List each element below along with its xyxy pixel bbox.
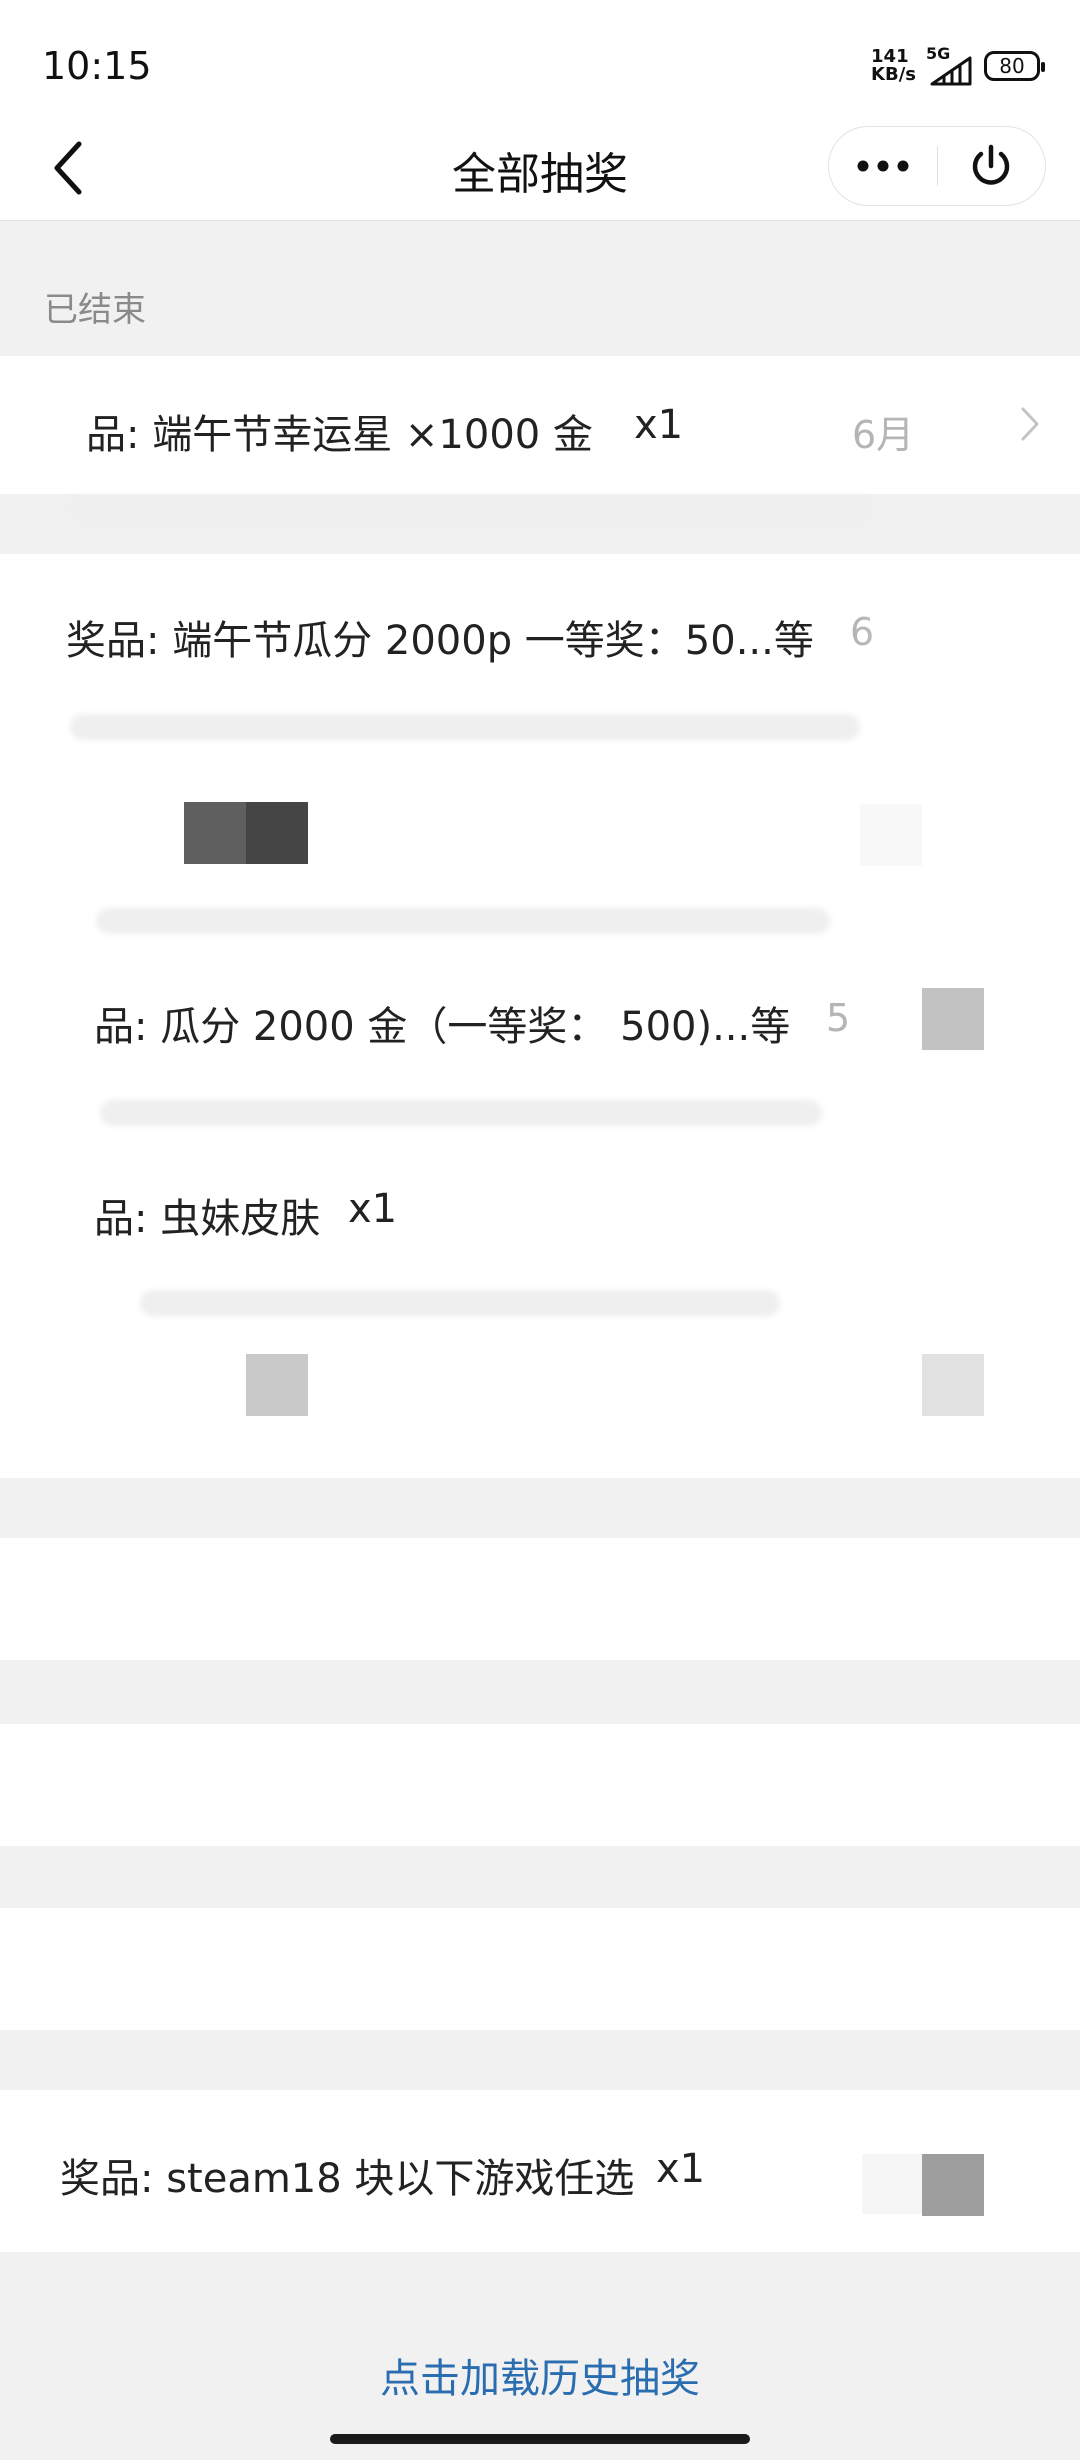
prize-thumbnail (246, 802, 308, 864)
placeholder-card (0, 1538, 1080, 1660)
section-ended-title: 已结束 (44, 290, 146, 330)
blurred-divider (100, 1100, 822, 1126)
blurred-divider (140, 1290, 780, 1316)
prize-thumbnail (862, 2154, 922, 2214)
lottery-date: 5 (826, 996, 851, 1040)
prize-thumbnail (184, 802, 246, 864)
prize-text: 品: 端午节幸运星 ×1000 金 (86, 412, 593, 458)
prize-qty: x1 (634, 402, 684, 448)
blurred-divider (70, 496, 870, 522)
placeholder-card (0, 1724, 1080, 1846)
placeholder-card (0, 1908, 1080, 2030)
power-icon (973, 144, 1010, 185)
blurred-divider (70, 714, 860, 740)
prize-text: 奖品: 端午节瓜分 2000p 一等奖：50...等 (66, 618, 814, 664)
prize-text: 奖品: steam18 块以下游戏任选 (60, 2156, 635, 2202)
left-fade (0, 356, 90, 494)
prize-qty: x1 (656, 2146, 706, 2192)
prize-qty: x1 (348, 1186, 398, 1232)
more-button[interactable] (829, 126, 937, 206)
lottery-item[interactable]: 奖品: 端午节瓜分 2000p 一等奖：50...等 6 品: 瓜分 2000 … (0, 554, 1080, 1478)
blurred-divider (96, 908, 830, 934)
net-speed: 141 KB/s (871, 48, 916, 84)
status-bar: 10:15 141 KB/s 5G 80 (0, 0, 1080, 120)
battery-icon: 80 (984, 51, 1045, 81)
status-time: 10:15 (42, 44, 152, 88)
lottery-date: 6月 (852, 413, 915, 457)
lottery-item[interactable]: 品: 端午节幸运星 ×1000 金 x1 6月 (0, 356, 1080, 494)
status-icons: 141 KB/s 5G 80 (871, 44, 1045, 86)
close-button[interactable] (938, 126, 1046, 206)
prize-thumbnail (922, 1354, 984, 1416)
lottery-item[interactable]: 奖品: steam18 块以下游戏任选 x1 (0, 2090, 1080, 2252)
prize-thumbnail (922, 988, 984, 1050)
prize-thumbnail (246, 1354, 308, 1416)
prize-thumbnail (922, 2154, 984, 2216)
net-speed-unit: KB/s (871, 64, 916, 85)
prize-text: 品: 瓜分 2000 金（一等奖： 500)...等 (94, 1004, 791, 1050)
prize-thumbnail (860, 804, 922, 866)
prize-text: 品: 虫妹皮肤 (94, 1196, 321, 1242)
home-indicator[interactable] (330, 2434, 750, 2444)
nav-bar: 全部抽奖 (0, 120, 1080, 221)
more-dots-icon (857, 160, 909, 172)
mini-program-capsule (828, 126, 1046, 206)
lottery-list-page: 10:15 141 KB/s 5G 80 全部抽奖 已结束 品: 端午节幸运星 … (0, 0, 1080, 2460)
load-history-link[interactable]: 点击加载历史抽奖 (0, 2346, 1080, 2404)
chevron-right-icon (1021, 407, 1039, 441)
battery-level: 80 (999, 54, 1025, 78)
signal-icon: 5G (926, 44, 974, 86)
